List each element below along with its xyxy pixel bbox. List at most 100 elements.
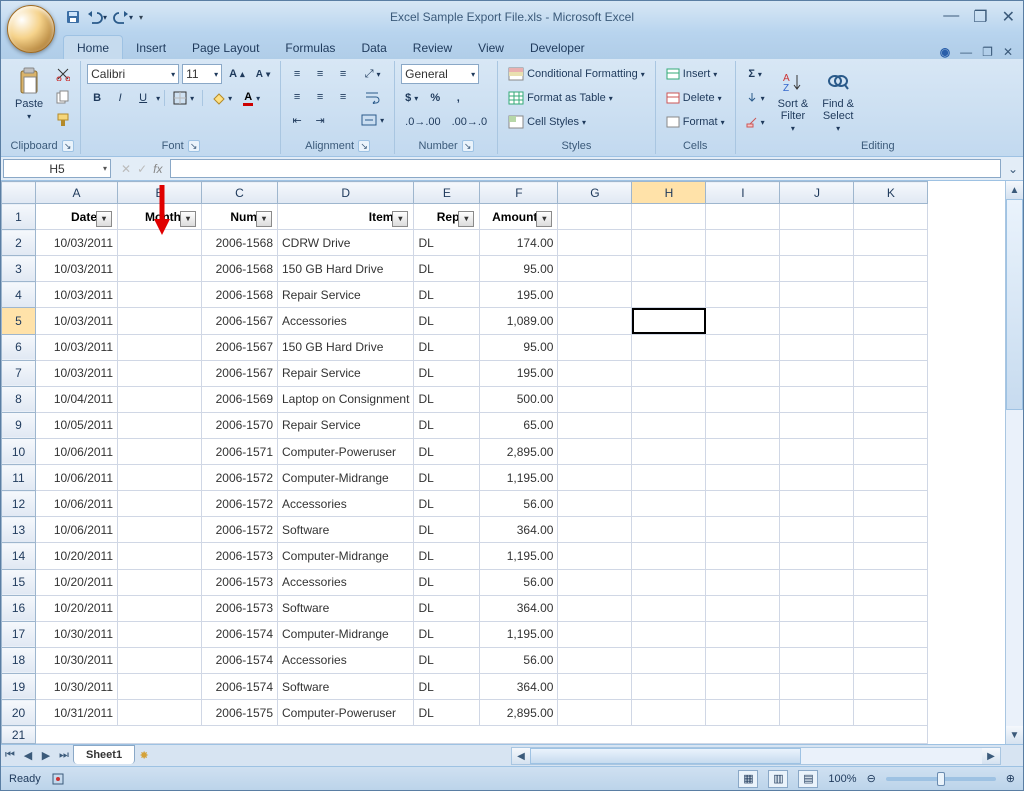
zoom-in-icon[interactable]: ⊕ xyxy=(1006,772,1015,785)
cell[interactable]: 10/20/2011 xyxy=(36,569,118,595)
align-top-icon[interactable]: ≡ xyxy=(287,64,307,84)
office-button[interactable] xyxy=(7,5,55,53)
row-header[interactable]: 2 xyxy=(2,230,36,256)
fill-icon[interactable]: ▾ xyxy=(742,88,769,108)
new-sheet-icon[interactable]: ✸ xyxy=(135,747,153,765)
cell[interactable]: Software xyxy=(278,673,414,699)
cell[interactable]: 10/20/2011 xyxy=(36,595,118,621)
format-as-table-button[interactable]: Format as Table▾ xyxy=(504,88,617,108)
cell[interactable]: 10/30/2011 xyxy=(36,621,118,647)
align-center-icon[interactable]: ≡ xyxy=(310,87,330,107)
cell[interactable] xyxy=(854,595,928,621)
insert-cells-button[interactable]: Insert▾ xyxy=(662,64,722,84)
comma-format-icon[interactable]: , xyxy=(448,88,468,108)
cancel-formula-icon[interactable]: ✕ xyxy=(121,162,131,176)
font-name-combo[interactable]: Calibri▾ xyxy=(87,64,179,84)
cell[interactable]: 10/31/2011 xyxy=(36,700,118,726)
cell[interactable] xyxy=(118,647,202,673)
cell[interactable]: CDRW Drive xyxy=(278,230,414,256)
cell[interactable]: 2006-1574 xyxy=(202,621,278,647)
cell[interactable] xyxy=(780,230,854,256)
cell[interactable]: 1,195.00 xyxy=(480,465,558,491)
undo-icon[interactable]: ▾ xyxy=(87,8,107,26)
qat-customize-icon[interactable]: ▾ xyxy=(139,8,143,26)
format-cells-button[interactable]: Format▾ xyxy=(662,112,729,132)
grow-font-icon[interactable]: A▴ xyxy=(225,64,249,84)
column-header-D[interactable]: D xyxy=(278,182,414,204)
cell[interactable] xyxy=(558,386,632,412)
number-format-combo[interactable]: General▾ xyxy=(401,64,479,84)
cell[interactable]: Computer-Midrange xyxy=(278,465,414,491)
row-header[interactable]: 1 xyxy=(2,204,36,230)
cell[interactable] xyxy=(854,282,928,308)
column-header-E[interactable]: E xyxy=(414,182,480,204)
clipboard-launcher-icon[interactable]: ↘ xyxy=(62,140,74,152)
column-header-G[interactable]: G xyxy=(558,182,632,204)
cell[interactable] xyxy=(558,438,632,464)
cell[interactable] xyxy=(118,282,202,308)
cell[interactable] xyxy=(854,308,928,334)
cell[interactable]: DL xyxy=(414,700,480,726)
cell[interactable] xyxy=(854,412,928,438)
cell[interactable]: 10/03/2011 xyxy=(36,308,118,334)
column-header-H[interactable]: H xyxy=(632,182,706,204)
cell[interactable] xyxy=(706,621,780,647)
cell[interactable]: 2006-1573 xyxy=(202,569,278,595)
cell[interactable] xyxy=(632,360,706,386)
cell[interactable]: 2006-1572 xyxy=(202,465,278,491)
cell[interactable]: DL xyxy=(414,491,480,517)
cell[interactable]: Computer-Poweruser xyxy=(278,438,414,464)
header-cell-item[interactable]: Item▾ xyxy=(278,204,414,230)
cell[interactable]: Accessories xyxy=(278,308,414,334)
cell[interactable] xyxy=(558,256,632,282)
row-header[interactable]: 17 xyxy=(2,621,36,647)
cell[interactable] xyxy=(118,334,202,360)
cell[interactable] xyxy=(632,569,706,595)
cell[interactable] xyxy=(632,282,706,308)
column-header-F[interactable]: F xyxy=(480,182,558,204)
row-header[interactable]: 10 xyxy=(2,438,36,464)
cell[interactable]: Computer-Midrange xyxy=(278,543,414,569)
cell[interactable] xyxy=(632,438,706,464)
cell[interactable] xyxy=(632,647,706,673)
cell[interactable]: 2006-1567 xyxy=(202,360,278,386)
cell[interactable] xyxy=(118,569,202,595)
cell[interactable] xyxy=(706,700,780,726)
cell[interactable]: 364.00 xyxy=(480,595,558,621)
row-header[interactable]: 19 xyxy=(2,673,36,699)
macro-record-icon[interactable] xyxy=(51,772,65,786)
row-header[interactable]: 15 xyxy=(2,569,36,595)
scroll-down-icon[interactable]: ▼ xyxy=(1006,726,1023,744)
cell[interactable] xyxy=(780,673,854,699)
cell[interactable]: Laptop on Consignment xyxy=(278,386,414,412)
cell[interactable]: Computer-Midrange xyxy=(278,621,414,647)
cell[interactable] xyxy=(558,569,632,595)
cell[interactable] xyxy=(632,673,706,699)
cell[interactable] xyxy=(118,491,202,517)
cell[interactable]: 2,895.00 xyxy=(480,438,558,464)
decrease-decimal-icon[interactable]: .00→.0 xyxy=(448,112,491,132)
cell[interactable]: DL xyxy=(414,360,480,386)
cell[interactable]: 56.00 xyxy=(480,647,558,673)
tab-review[interactable]: Review xyxy=(400,36,465,59)
cell[interactable]: 150 GB Hard Drive xyxy=(278,256,414,282)
cell[interactable]: 10/06/2011 xyxy=(36,465,118,491)
header-cell-date[interactable]: Date▾ xyxy=(36,204,118,230)
cell[interactable]: 10/03/2011 xyxy=(36,282,118,308)
cell[interactable]: 10/30/2011 xyxy=(36,647,118,673)
cell[interactable]: 2006-1567 xyxy=(202,334,278,360)
header-cell-amount[interactable]: Amount▾ xyxy=(480,204,558,230)
help-icon[interactable]: ◉ xyxy=(940,45,950,59)
cell[interactable] xyxy=(854,465,928,491)
cell[interactable] xyxy=(706,465,780,491)
cell[interactable] xyxy=(118,543,202,569)
cell[interactable] xyxy=(118,386,202,412)
cell[interactable] xyxy=(706,569,780,595)
row-header[interactable]: 3 xyxy=(2,256,36,282)
tab-home[interactable]: Home xyxy=(63,35,123,59)
cell[interactable] xyxy=(706,230,780,256)
copy-icon[interactable] xyxy=(52,87,74,107)
cell[interactable]: DL xyxy=(414,543,480,569)
cell[interactable] xyxy=(558,465,632,491)
cell[interactable]: 174.00 xyxy=(480,230,558,256)
